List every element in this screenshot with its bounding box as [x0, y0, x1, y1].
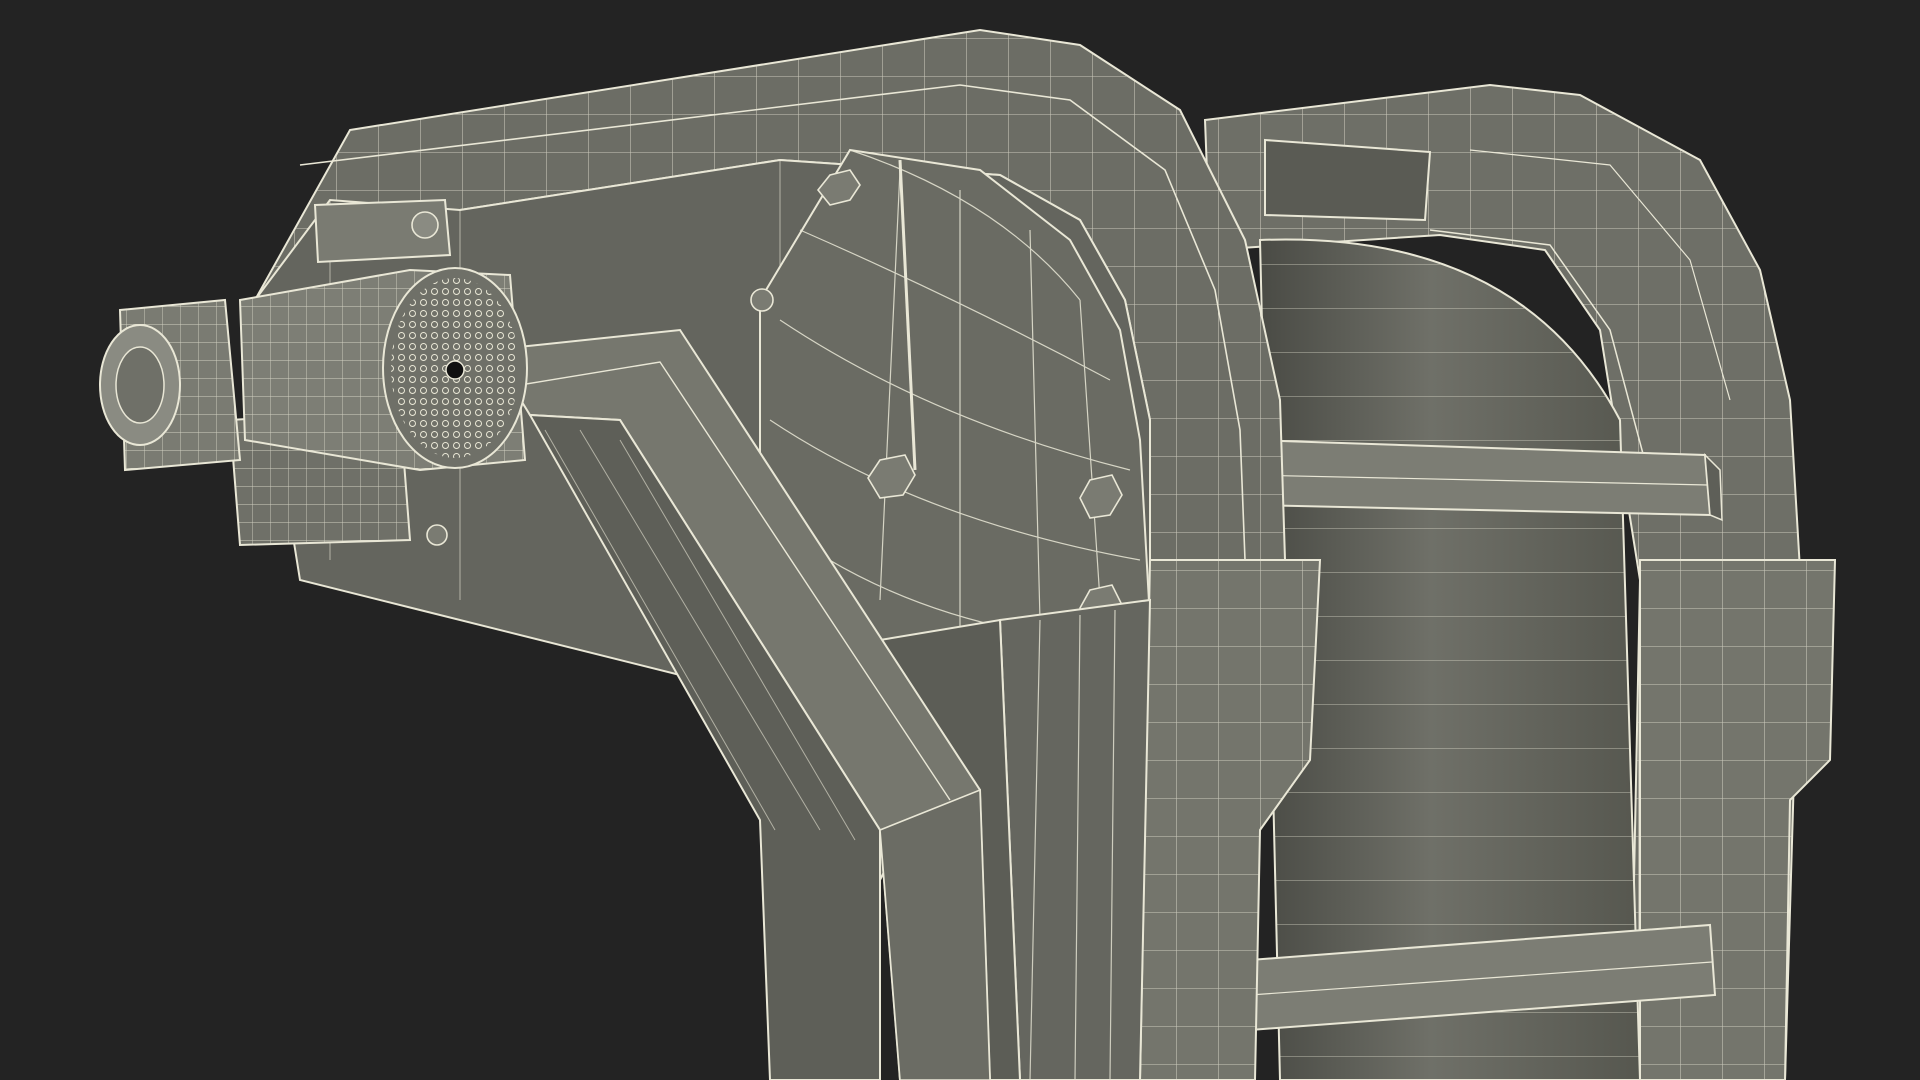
terminal-box	[313, 198, 452, 264]
wireframe-model-render	[99, 28, 1837, 1080]
gearbox	[99, 298, 242, 472]
electric-motor	[238, 267, 528, 472]
3d-viewport[interactable]	[0, 0, 1920, 1080]
rear-side-post	[1639, 559, 1837, 1080]
